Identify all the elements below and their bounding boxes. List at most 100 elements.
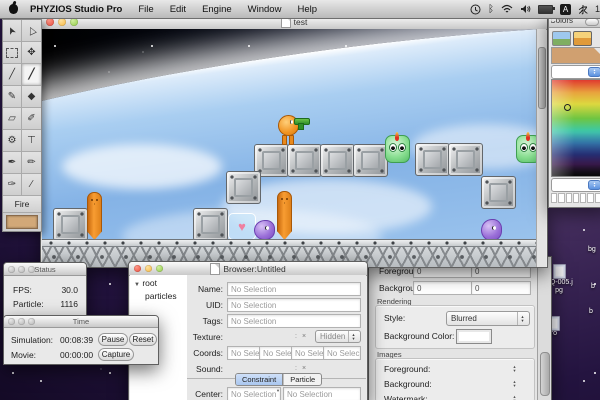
tool-pencil[interactable]: ✎ [3, 86, 22, 108]
background-color-well[interactable] [456, 329, 492, 344]
desktop-icon-b2-label[interactable]: b [589, 308, 593, 316]
center-popup-arrow[interactable]: ▾ [275, 389, 281, 393]
color-mode-image-button[interactable] [552, 31, 571, 46]
tool-screw[interactable]: ⚙ [3, 130, 22, 152]
minimize-button[interactable] [18, 266, 25, 273]
color-swatch-row[interactable] [551, 193, 600, 202]
material-color-swatch[interactable] [6, 215, 38, 229]
tool-nib[interactable]: ✑ [3, 174, 22, 196]
colors-stepper-button[interactable]: ▴▾ [588, 180, 600, 190]
green-gel-creature[interactable] [385, 135, 410, 163]
volume-icon[interactable] [520, 4, 531, 14]
fire-material-button[interactable]: Fire [3, 196, 41, 213]
background-x-field[interactable]: 0 [413, 281, 473, 295]
tool-pencil2[interactable]: ✏ [22, 152, 41, 174]
wifi-icon[interactable] [501, 4, 513, 14]
editor-vertical-scrollbar[interactable] [536, 29, 546, 267]
images-foreground-stepper[interactable]: ▴▾ [510, 365, 519, 373]
desktop-icon-aq005[interactable] [553, 264, 566, 279]
properties-scrollbar-thumb[interactable] [540, 352, 550, 396]
apple-menu-icon[interactable] [9, 4, 18, 14]
metal-block[interactable] [320, 144, 355, 177]
properties-scrollbar[interactable] [537, 257, 551, 400]
zoom-button[interactable] [156, 265, 163, 272]
desktop-icon-b1-label[interactable]: b [591, 283, 595, 291]
battery-icon[interactable] [538, 5, 553, 14]
tool-polygon[interactable]: ◆ [22, 86, 41, 108]
metal-block[interactable] [353, 144, 388, 177]
bluetooth-icon[interactable]: ᛒ [488, 4, 494, 15]
metal-block[interactable] [287, 144, 322, 177]
tool-line-selected[interactable]: ╱ [22, 64, 41, 86]
green-gel-creature[interactable] [516, 135, 537, 163]
tool-move[interactable]: ✥ [22, 42, 41, 64]
toolbar-pill-button[interactable] [585, 18, 599, 26]
zoom-button[interactable] [28, 266, 35, 273]
desktop-icon-bg-label[interactable]: bg [588, 246, 596, 254]
carrot-character[interactable] [277, 191, 292, 240]
status-titlebar[interactable]: Status [4, 263, 86, 276]
minimize-button[interactable] [145, 265, 152, 272]
input-source-icon[interactable]: A [560, 4, 571, 15]
heart-item-box[interactable]: ♥ [228, 213, 256, 240]
center-field-1[interactable]: No Selection [227, 387, 281, 400]
capture-button[interactable]: Capture [98, 348, 134, 361]
zoom-button[interactable] [28, 318, 35, 325]
reset-button[interactable]: Reset [129, 333, 157, 346]
tags-field[interactable]: No Selection [227, 314, 361, 328]
browser-titlebar[interactable]: Browser:Untitled [129, 262, 367, 276]
texture-clear-icon[interactable]: × [302, 333, 306, 340]
metal-block[interactable] [226, 171, 261, 204]
tab-constraint[interactable]: Constraint [236, 374, 283, 385]
sound-clear-icon[interactable]: × [302, 365, 306, 372]
tool-knife[interactable]: ✐ [22, 108, 41, 130]
close-button[interactable] [8, 266, 15, 273]
time-titlebar[interactable]: Time [4, 316, 158, 328]
colors-popup-bottom[interactable]: ▴▾ [551, 178, 600, 192]
tool-stamp[interactable]: ⊤ [22, 130, 41, 152]
purple-blob-creature[interactable] [254, 220, 275, 240]
uid-field[interactable]: No Selection [227, 298, 361, 312]
color-mode-palette-button[interactable] [573, 31, 592, 46]
name-field[interactable]: No Selection [227, 282, 361, 296]
tree-item-root[interactable]: ▼ root [134, 278, 157, 288]
tree-item-particles[interactable]: particles [145, 291, 177, 301]
metal-block[interactable] [53, 208, 88, 241]
menu-engine[interactable]: Engine [194, 0, 240, 18]
kanji-wednesday-icon[interactable] [578, 4, 588, 15]
images-watermark-stepper[interactable]: ▴▾ [510, 395, 519, 400]
minimize-button[interactable] [58, 18, 66, 26]
menu-clock-day[interactable]: 1 [595, 4, 600, 14]
disclosure-triangle-icon[interactable]: ▼ [134, 282, 140, 288]
menu-edit[interactable]: Edit [162, 0, 194, 18]
carrot-character[interactable] [87, 192, 102, 240]
minimize-button[interactable] [18, 318, 25, 325]
editor-scrollbar-thumb[interactable] [538, 47, 546, 109]
tab-particle[interactable]: Particle [283, 374, 321, 385]
menu-window[interactable]: Window [240, 0, 290, 18]
metal-block[interactable] [193, 208, 228, 241]
color-spectrum[interactable] [551, 79, 600, 177]
pause-button[interactable]: Pause [98, 333, 128, 346]
colors-popup-top[interactable]: ▴▾ [551, 65, 600, 79]
texture-hidden-popup[interactable]: Hidden ▴▾ [315, 330, 361, 343]
orange-gunner-character[interactable] [278, 112, 310, 145]
center-field-2[interactable]: No Selection [283, 387, 361, 400]
spectrum-marker[interactable] [564, 104, 571, 111]
close-button[interactable] [8, 318, 15, 325]
tool-stick[interactable]: ∕ [22, 174, 41, 196]
tool-direct-select[interactable]: ▷ [22, 20, 41, 42]
clock-icon[interactable] [470, 4, 481, 15]
background-y-field[interactable]: 0 [471, 281, 531, 295]
app-menu[interactable]: PHYZIOS Studio Pro [22, 0, 130, 18]
metal-block[interactable] [481, 176, 516, 209]
images-background-stepper[interactable]: ▴▾ [510, 380, 519, 388]
game-canvas[interactable]: ♥ [42, 29, 537, 267]
tool-thin-line[interactable]: ╱ [3, 64, 22, 86]
colors-stepper-button[interactable]: ▴▾ [588, 67, 600, 77]
metal-block[interactable] [415, 143, 450, 176]
close-button[interactable] [134, 265, 141, 272]
tool-select[interactable]: ➤ [3, 20, 22, 42]
style-popup[interactable]: Blurred ▴ ▾ [446, 311, 530, 326]
zoom-button[interactable] [70, 18, 78, 26]
